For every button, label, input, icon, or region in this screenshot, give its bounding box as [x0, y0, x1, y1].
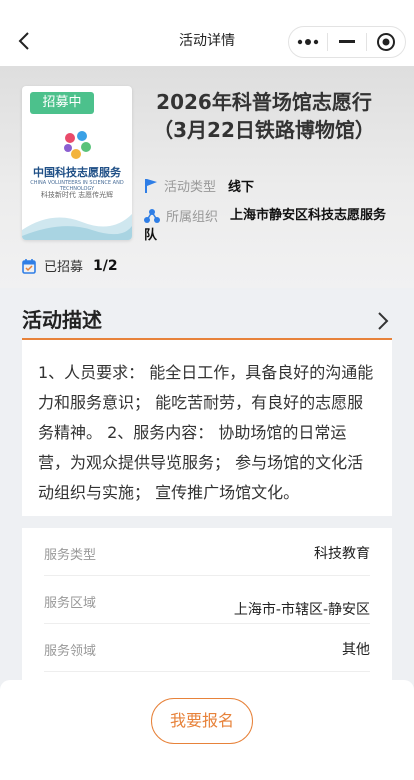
activity-title: 2026年科普场馆志愿行（3月22日铁路博物馆）: [153, 90, 375, 142]
close-button[interactable]: [367, 27, 405, 57]
service-details-card: 服务类型 科技教育 服务区域 上海市-市辖区-静安区 服务领域 其他: [22, 528, 392, 680]
activity-hero: 招募中 中国科技志愿服务 CHINA VOLUNTEERS IN SCIENCE…: [0, 66, 414, 288]
detail-key: 服务类型: [44, 548, 97, 563]
status-badge: 招募中: [30, 92, 94, 114]
description-header[interactable]: 活动描述: [0, 288, 414, 340]
more-dots-icon: [297, 39, 319, 45]
detail-key: 服务领域: [44, 644, 97, 659]
close-target-icon: [377, 33, 395, 51]
mini-program-capsule: [288, 26, 406, 58]
detail-row-service-type: 服务类型 科技教育: [44, 528, 370, 576]
enrollment-label: 已招募: [44, 260, 84, 275]
flag-icon: [145, 178, 157, 193]
organization-value[interactable]: 上海市静安区科技志愿服务队: [144, 206, 394, 246]
enrollment-count: 1/2: [93, 257, 118, 274]
description-heading: 活动描述: [22, 308, 102, 332]
minimize-button[interactable]: [328, 27, 366, 57]
detail-value: 科技教育: [314, 546, 370, 562]
detail-value: 其他: [342, 642, 370, 658]
calendar-enroll-icon: [22, 258, 36, 274]
activity-poster[interactable]: 招募中 中国科技志愿服务 CHINA VOLUNTEERS IN SCIENCE…: [22, 86, 132, 240]
poster-slogan: 科技新时代 志愿传光辉: [40, 191, 114, 199]
bottom-action-bar: 我要报名: [0, 680, 414, 780]
poster-title: 中国科技志愿服务: [33, 166, 121, 179]
more-button[interactable]: [289, 27, 327, 57]
enrollment-status: 已招募 1/2: [22, 256, 118, 275]
activity-type-label: 活动类型: [164, 180, 217, 195]
activity-type-row: 活动类型 线下: [144, 176, 254, 195]
detail-key: 服务区域: [44, 596, 97, 611]
volunteer-logo-icon: [64, 131, 91, 159]
join-button[interactable]: 我要报名: [151, 698, 253, 744]
activity-type-value: 线下: [228, 180, 255, 195]
nav-bar: 活动详情: [0, 0, 414, 66]
minimize-icon: [339, 40, 355, 43]
detail-row-service-field: 服务领域 其他: [44, 624, 370, 672]
description-body: 1、人员要求： 能全日工作，具备良好的沟通能力和服务意识； 能吃苦耐劳，有良好的…: [22, 340, 392, 516]
chevron-right-icon: [378, 312, 389, 330]
detail-row-service-area: 服务区域 上海市-市辖区-静安区: [44, 576, 370, 624]
poster-wave-decoration: [22, 214, 132, 240]
detail-value: 上海市-市辖区-静安区: [233, 602, 370, 618]
